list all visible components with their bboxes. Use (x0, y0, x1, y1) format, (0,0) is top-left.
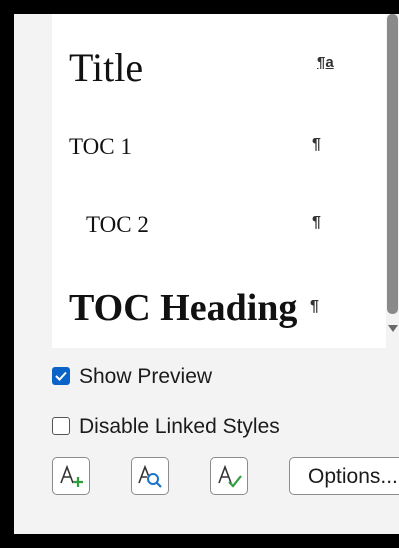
manage-styles-icon (218, 464, 242, 488)
paragraph-style-icon: ¶ (312, 214, 321, 231)
style-name: TOC Heading (69, 287, 298, 329)
scroll-down-arrow-icon[interactable] (388, 325, 398, 332)
paragraph-style-icon: ¶ (312, 136, 321, 153)
options-button-label: Options... (308, 465, 398, 488)
paragraph-style-icon: ¶ (310, 298, 319, 315)
show-preview-checkbox[interactable] (52, 367, 70, 385)
style-item-title[interactable]: Title ¶a (52, 34, 386, 104)
scrollbar-thumb[interactable] (387, 14, 398, 314)
style-item-toc-heading[interactable]: TOC Heading ¶ (52, 272, 386, 342)
style-item-toc-2[interactable]: TOC 2 ¶ (52, 192, 386, 262)
linked-style-icon: ¶a (317, 54, 334, 71)
style-item-toc-1[interactable]: TOC 1 ¶ (52, 114, 386, 184)
new-style-icon (60, 464, 83, 487)
options-button[interactable]: Options... (289, 457, 399, 495)
disable-linked-styles-label: Disable Linked Styles (79, 415, 280, 438)
manage-styles-button[interactable] (210, 457, 248, 495)
style-name: Title (69, 45, 144, 90)
checkmark-icon (55, 371, 67, 381)
style-inspector-icon (138, 464, 162, 488)
style-name: TOC 2 (86, 212, 149, 237)
styles-list: Title ¶a TOC 1 ¶ TOC 2 ¶ TOC Heading ¶ (52, 14, 386, 348)
show-preview-label: Show Preview (79, 365, 213, 388)
style-inspector-button[interactable] (131, 457, 169, 495)
style-name: TOC 1 (69, 134, 132, 159)
new-style-button[interactable] (52, 457, 90, 495)
styles-list-scrollbar[interactable] (386, 14, 399, 348)
disable-linked-styles-checkbox[interactable] (52, 417, 70, 435)
styles-pane: Title ¶a TOC 1 ¶ TOC 2 ¶ TOC Heading ¶ S… (14, 14, 399, 534)
